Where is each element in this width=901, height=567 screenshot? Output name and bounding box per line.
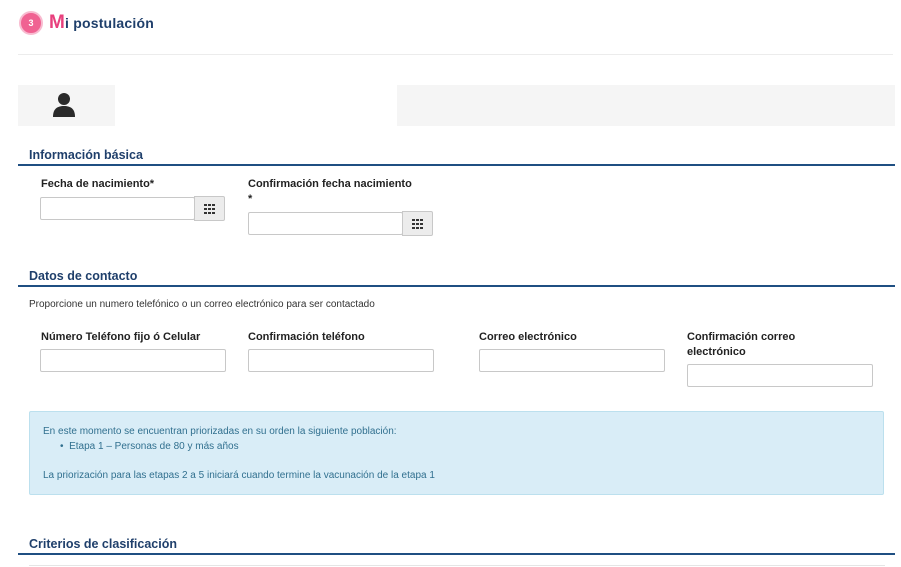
section-title-criteria: Criterios de clasificación bbox=[29, 537, 177, 551]
phone-confirm-label: Confirmación teléfono bbox=[248, 331, 365, 343]
title-initial: M bbox=[49, 12, 66, 33]
info-note: La priorización para las etapas 2 a 5 in… bbox=[43, 470, 435, 481]
section-line-criteria bbox=[18, 553, 895, 555]
birth-date-confirm-label-line1: Confirmación fecha nacimiento bbox=[248, 178, 412, 190]
section-line-contact bbox=[18, 285, 895, 287]
birth-date-confirm-label-line2: * bbox=[248, 193, 253, 205]
header-divider bbox=[18, 54, 893, 55]
page-header: 3 Mi postulación bbox=[19, 10, 154, 36]
user-icon bbox=[53, 93, 75, 117]
phone-confirm-input[interactable] bbox=[248, 349, 434, 372]
email-label: Correo electrónico bbox=[479, 331, 577, 343]
calendar-icon bbox=[412, 218, 423, 229]
priority-info-alert: En este momento se encuentran priorizada… bbox=[29, 411, 884, 495]
contact-helper-text: Proporcione un numero telefónico o un co… bbox=[29, 299, 375, 310]
birth-date-confirm-calendar-button[interactable] bbox=[402, 211, 433, 236]
user-bar bbox=[18, 85, 895, 126]
birth-date-input[interactable] bbox=[40, 197, 195, 220]
info-bullet-text: Etapa 1 – Personas de 80 y más años bbox=[69, 441, 239, 452]
email-confirm-input[interactable] bbox=[687, 364, 873, 387]
user-name-area bbox=[115, 85, 397, 126]
section-title-contact: Datos de contacto bbox=[29, 269, 138, 283]
phone-input[interactable] bbox=[40, 349, 226, 372]
page-title: Mi postulación bbox=[49, 12, 154, 34]
birth-date-confirm-input[interactable] bbox=[248, 212, 403, 235]
email-confirm-label-line1: Confirmación correo bbox=[687, 331, 796, 343]
title-rest: i postulación bbox=[65, 15, 154, 31]
email-confirm-label-line2: electrónico bbox=[687, 346, 746, 358]
email-input[interactable] bbox=[479, 349, 665, 372]
step-badge: 3 bbox=[19, 11, 43, 35]
section-title-basic: Información básica bbox=[29, 148, 143, 162]
birth-date-calendar-button[interactable] bbox=[194, 196, 225, 221]
info-bullet-item: • Etapa 1 – Personas de 80 y más años bbox=[60, 441, 239, 452]
birth-date-confirm-label: Confirmación fecha nacimiento * bbox=[248, 177, 412, 207]
birth-date-label: Fecha de nacimiento* bbox=[41, 178, 155, 190]
calendar-icon bbox=[204, 203, 215, 214]
section-line-basic bbox=[18, 164, 895, 166]
bottom-divider bbox=[29, 565, 885, 566]
phone-label: Número Teléfono fijo ó Celular bbox=[41, 331, 201, 343]
email-confirm-label: Confirmación correo electrónico bbox=[687, 330, 795, 360]
info-text: En este momento se encuentran priorizada… bbox=[43, 426, 397, 437]
